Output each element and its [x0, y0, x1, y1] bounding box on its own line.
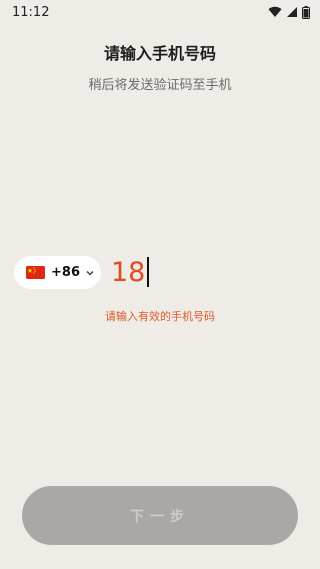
signal-icon: [287, 7, 297, 17]
status-bar: 11:12: [0, 0, 320, 24]
page-subtitle: 稍后将发送验证码至手机: [88, 78, 232, 93]
chevron-down-icon: [86, 270, 94, 275]
wifi-icon: [268, 6, 282, 18]
battery-icon: [302, 5, 310, 19]
china-flag-icon: [26, 266, 45, 279]
phone-number-value[interactable]: 18: [111, 257, 145, 288]
next-button[interactable]: 下一步: [22, 486, 298, 545]
status-time: 11:12: [12, 4, 50, 20]
status-icons: [268, 5, 310, 19]
text-cursor: [147, 257, 150, 287]
error-message: 请输入有效的手机号码: [105, 310, 215, 323]
next-button-label: 下一步: [130, 508, 190, 525]
phone-number-field[interactable]: 18: [111, 253, 150, 291]
country-code-picker[interactable]: +86: [14, 256, 101, 289]
country-code-label: +86: [51, 265, 80, 280]
phone-login-screen: 11:12 请输入手机号码 稍后将发送验证码至手机 +86 18 请输入有效的手…: [0, 0, 320, 569]
page-title: 请输入手机号码: [103, 44, 216, 63]
